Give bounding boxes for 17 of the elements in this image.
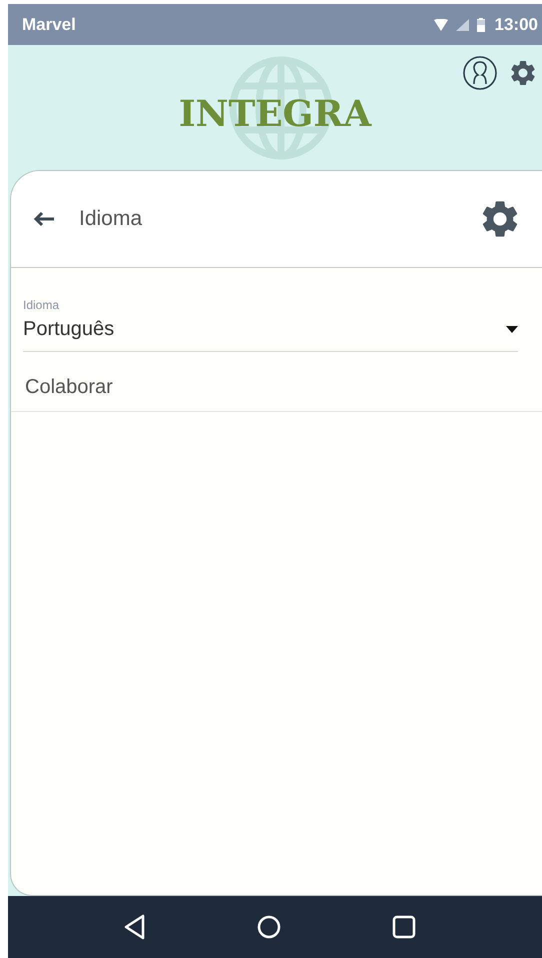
back-arrow-icon[interactable] xyxy=(33,211,55,227)
menu-item[interactable]: Colaborar xyxy=(11,352,542,412)
clock-time: 13:00 xyxy=(494,14,538,34)
language-dropdown[interactable]: Idioma Português xyxy=(23,298,518,352)
field-value: Português xyxy=(23,318,116,341)
user-profile-icon[interactable] xyxy=(462,55,498,91)
recent-apps-icon[interactable] xyxy=(392,915,416,939)
dropdown-caret-icon xyxy=(506,326,518,333)
page-title: Idioma xyxy=(79,207,144,231)
home-icon[interactable] xyxy=(256,915,281,939)
field-label: Idioma xyxy=(23,298,60,312)
wifi-icon xyxy=(434,18,448,30)
app-logo: INTEGRA xyxy=(178,92,372,134)
carrier-name: Marvel xyxy=(22,14,76,34)
battery-icon xyxy=(476,18,485,32)
back-icon[interactable] xyxy=(124,914,146,940)
signal-icon xyxy=(456,18,469,30)
